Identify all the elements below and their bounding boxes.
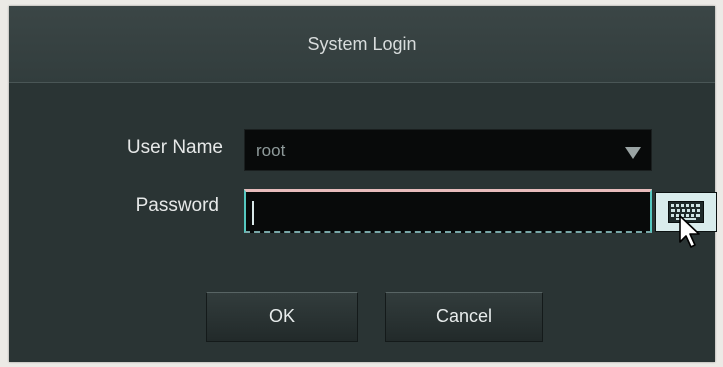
dialog-title: System Login	[307, 34, 417, 54]
login-dialog: System Login User Name root Password OK …	[9, 6, 717, 362]
text-caret	[252, 201, 254, 225]
mouse-pointer-icon	[679, 215, 700, 248]
chevron-down-icon[interactable]	[625, 147, 641, 159]
ok-button[interactable]: OK	[206, 292, 358, 342]
screen: System Login User Name root Password OK …	[0, 0, 723, 367]
username-label: User Name	[126, 137, 223, 158]
password-field[interactable]	[244, 189, 652, 233]
username-value: root	[256, 141, 286, 160]
dialog-body: User Name root Password OK Cancel	[9, 83, 717, 362]
username-dropdown[interactable]: root	[244, 129, 652, 171]
cancel-button[interactable]: Cancel	[385, 292, 543, 342]
dialog-titlebar: System Login	[9, 6, 715, 83]
password-label: Password	[135, 195, 219, 216]
